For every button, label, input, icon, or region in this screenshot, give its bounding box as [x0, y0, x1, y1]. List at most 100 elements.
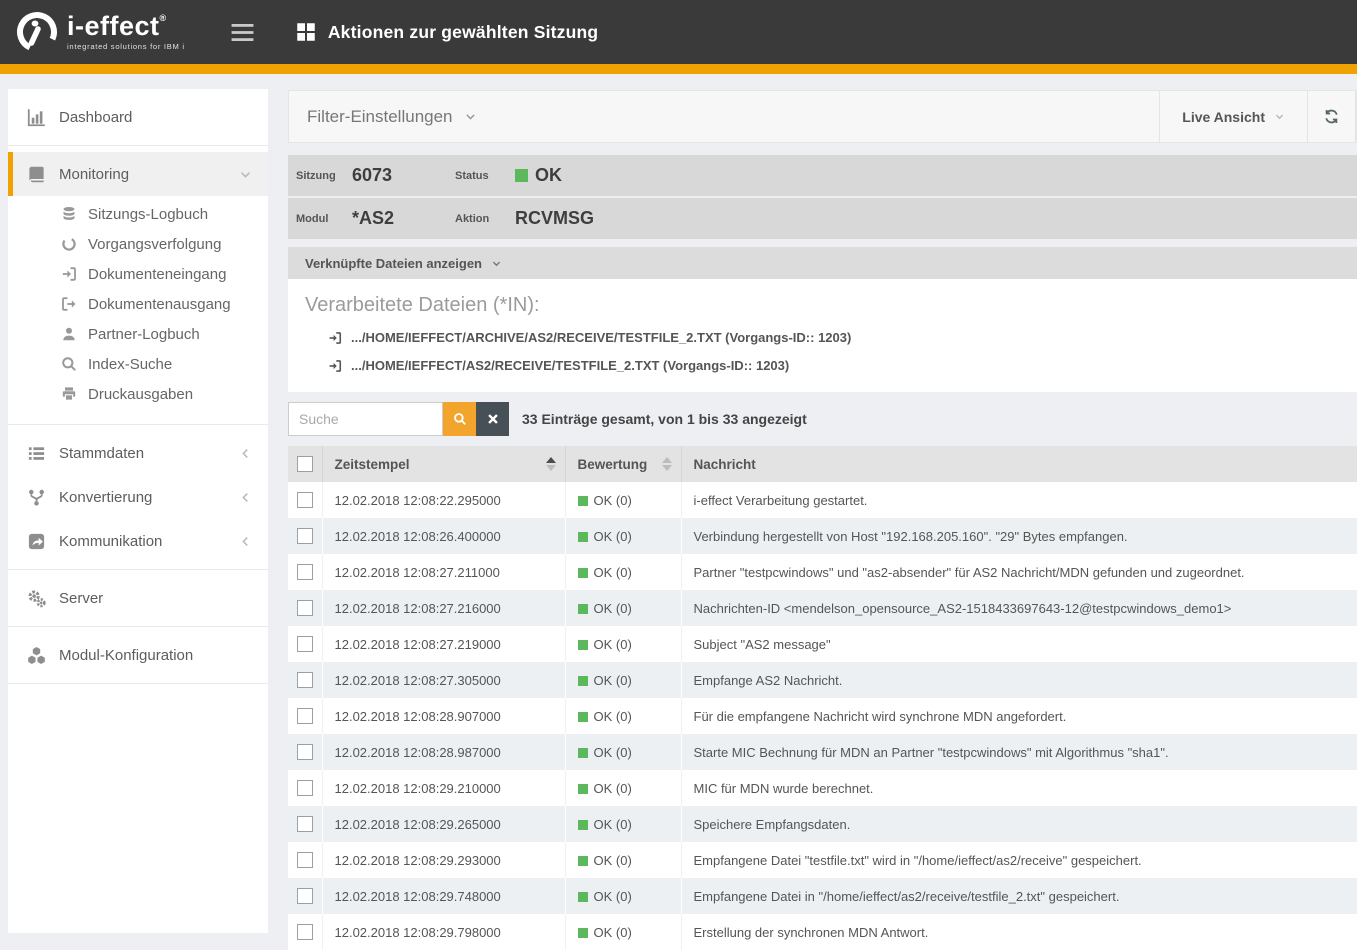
row-checkbox-cell [288, 662, 322, 698]
chevron-down-icon [464, 110, 477, 123]
row-checkbox[interactable] [297, 744, 313, 760]
session-row-1: Sitzung 6073 Status OK [288, 155, 1357, 196]
aktion-label: Aktion [455, 213, 515, 225]
file-link-label: .../HOME/IEFFECT/AS2/RECEIVE/TESTFILE_2.… [351, 358, 789, 373]
table-row[interactable]: 12.02.2018 12:08:27.219000OK (0)Subject … [288, 626, 1357, 662]
table-row[interactable]: 12.02.2018 12:08:28.987000OK (0)Starte M… [288, 734, 1357, 770]
rating-value: OK (0) [594, 637, 632, 652]
row-checkbox[interactable] [297, 492, 313, 508]
filter-settings-label: Filter-Einstellungen [307, 107, 453, 127]
sidebar-item-label: Sitzungs-Logbuch [88, 206, 208, 223]
circle-notch-icon [61, 236, 77, 252]
row-checkbox[interactable] [297, 672, 313, 688]
table-row[interactable]: 12.02.2018 12:08:28.907000OK (0)Für die … [288, 698, 1357, 734]
row-checkbox[interactable] [297, 816, 313, 832]
refresh-button[interactable] [1308, 91, 1356, 142]
table-row[interactable]: 12.02.2018 12:08:22.295000OK (0)i-effect… [288, 482, 1357, 518]
row-checkbox[interactable] [297, 564, 313, 580]
sidebar-item-partner-logbuch[interactable]: Partner-Logbuch [8, 319, 268, 349]
sidebar-item-index-suche[interactable]: Index-Suche [8, 349, 268, 379]
sidebar-item-server[interactable]: Server [8, 576, 268, 620]
aktion-value: RCVMSG [515, 208, 594, 229]
row-checkbox-cell [288, 482, 322, 518]
rating-value: OK (0) [594, 529, 632, 544]
main-content: Filter-Einstellungen Live Ansicht Sitzun… [288, 90, 1357, 933]
linked-files-toggle[interactable]: Verknüpfte Dateien anzeigen [288, 247, 1357, 279]
sidebar-group: Monitoring Sitzungs-Logbuch Vorgangsverfol… [8, 146, 268, 425]
clear-search-button[interactable] [476, 402, 509, 436]
result-summary: 33 Einträge gesamt, von 1 bis 33 angezei… [522, 411, 807, 427]
processed-file-link[interactable]: .../HOME/IEFFECT/ARCHIVE/AS2/RECEIVE/TES… [328, 330, 1340, 345]
table-row[interactable]: 12.02.2018 12:08:27.305000OK (0)Empfange… [288, 662, 1357, 698]
sitzung-label: Sitzung [296, 170, 352, 182]
table-row[interactable]: 12.02.2018 12:08:29.293000OK (0)Empfange… [288, 842, 1357, 878]
processed-files-heading: Verarbeitete Dateien (*IN): [305, 294, 1340, 317]
column-header-nachricht[interactable]: Nachricht [681, 446, 1357, 482]
hamburger-menu-icon[interactable] [231, 24, 254, 41]
table-row[interactable]: 12.02.2018 12:08:29.265000OK (0)Speicher… [288, 806, 1357, 842]
message-cell: Partner "testpcwindows" und "as2-absende… [681, 554, 1357, 590]
sidebar-item-modul-konfiguration[interactable]: Modul-Konfiguration [8, 633, 268, 677]
sort-ascending-icon [546, 457, 556, 471]
table-row[interactable]: 12.02.2018 12:08:26.400000OK (0)Verbindu… [288, 518, 1357, 554]
sidebar-item-kommunikation[interactable]: Kommunikation [8, 519, 268, 563]
table-row[interactable]: 12.02.2018 12:08:29.798000OK (0)Erstellu… [288, 914, 1357, 950]
page-title: Aktionen zur gewählten Sitzung [328, 22, 598, 43]
row-checkbox[interactable] [297, 780, 313, 796]
select-all-checkbox[interactable] [297, 456, 313, 472]
row-checkbox-cell [288, 590, 322, 626]
sidebar-item-stammdaten[interactable]: Stammdaten [8, 431, 268, 475]
share-icon [27, 532, 46, 551]
sidebar-item-sitzungs-logbuch[interactable]: Sitzungs-Logbuch [8, 199, 268, 229]
chevron-left-icon [239, 447, 252, 460]
rating-cell: OK (0) [565, 518, 681, 554]
row-checkbox[interactable] [297, 636, 313, 652]
rating-value: OK (0) [594, 601, 632, 616]
timestamp-cell: 12.02.2018 12:08:28.907000 [322, 698, 565, 734]
rating-cell: OK (0) [565, 590, 681, 626]
message-cell: Verbindung hergestellt von Host "192.168… [681, 518, 1357, 554]
branch-icon [27, 488, 46, 507]
timestamp-cell: 12.02.2018 12:08:27.211000 [322, 554, 565, 590]
row-checkbox[interactable] [297, 528, 313, 544]
refresh-icon [1323, 108, 1340, 125]
row-checkbox[interactable] [297, 888, 313, 904]
status-ok-square-icon [515, 169, 528, 182]
status-ok-square-icon [578, 604, 588, 614]
message-cell: MIC für MDN wurde berechnet. [681, 770, 1357, 806]
sidebar-item-label: Stammdaten [59, 445, 144, 462]
rating-cell: OK (0) [565, 662, 681, 698]
timestamp-cell: 12.02.2018 12:08:27.216000 [322, 590, 565, 626]
sidebar-item-monitoring[interactable]: Monitoring [8, 152, 268, 196]
linked-files-toggle-label: Verknüpfte Dateien anzeigen [305, 256, 482, 271]
sidebar-item-label: Vorgangsverfolgung [88, 236, 221, 253]
sidebar-item-druckausgaben[interactable]: Druckausgaben [8, 379, 268, 409]
sidebar-item-dashboard[interactable]: Dashboard [8, 95, 268, 139]
row-checkbox[interactable] [297, 852, 313, 868]
column-header-zeitstempel[interactable]: Zeitstempel [322, 446, 565, 482]
table-row[interactable]: 12.02.2018 12:08:27.211000OK (0)Partner … [288, 554, 1357, 590]
row-checkbox[interactable] [297, 708, 313, 724]
table-row[interactable]: 12.02.2018 12:08:27.216000OK (0)Nachrich… [288, 590, 1357, 626]
status-ok-square-icon [578, 640, 588, 650]
filter-settings-dropdown[interactable]: Filter-Einstellungen [289, 91, 477, 142]
table-row[interactable]: 12.02.2018 12:08:29.748000OK (0)Empfange… [288, 878, 1357, 914]
sidebar-item-dokumenteneingang[interactable]: Dokumenteneingang [8, 259, 268, 289]
status-ok-square-icon [578, 892, 588, 902]
search-button[interactable] [443, 402, 476, 436]
timestamp-cell: 12.02.2018 12:08:22.295000 [322, 482, 565, 518]
processed-file-link[interactable]: .../HOME/IEFFECT/AS2/RECEIVE/TESTFILE_2.… [328, 358, 1340, 373]
table-row[interactable]: 12.02.2018 12:08:29.210000OK (0)MIC für … [288, 770, 1357, 806]
rating-value: OK (0) [594, 925, 632, 940]
sidebar-item-vorgangsverfolgung[interactable]: Vorgangsverfolgung [8, 229, 268, 259]
rating-cell: OK (0) [565, 914, 681, 950]
search-input[interactable] [288, 402, 443, 436]
live-view-dropdown[interactable]: Live Ansicht [1159, 91, 1308, 142]
sidebar-item-label: Monitoring [59, 166, 129, 183]
row-checkbox[interactable] [297, 600, 313, 616]
row-checkbox[interactable] [297, 924, 313, 940]
sidebar-item-dokumentenausgang[interactable]: Dokumentenausgang [8, 289, 268, 319]
column-header-bewertung[interactable]: Bewertung [565, 446, 681, 482]
rating-cell: OK (0) [565, 806, 681, 842]
sidebar-item-konvertierung[interactable]: Konvertierung [8, 475, 268, 519]
